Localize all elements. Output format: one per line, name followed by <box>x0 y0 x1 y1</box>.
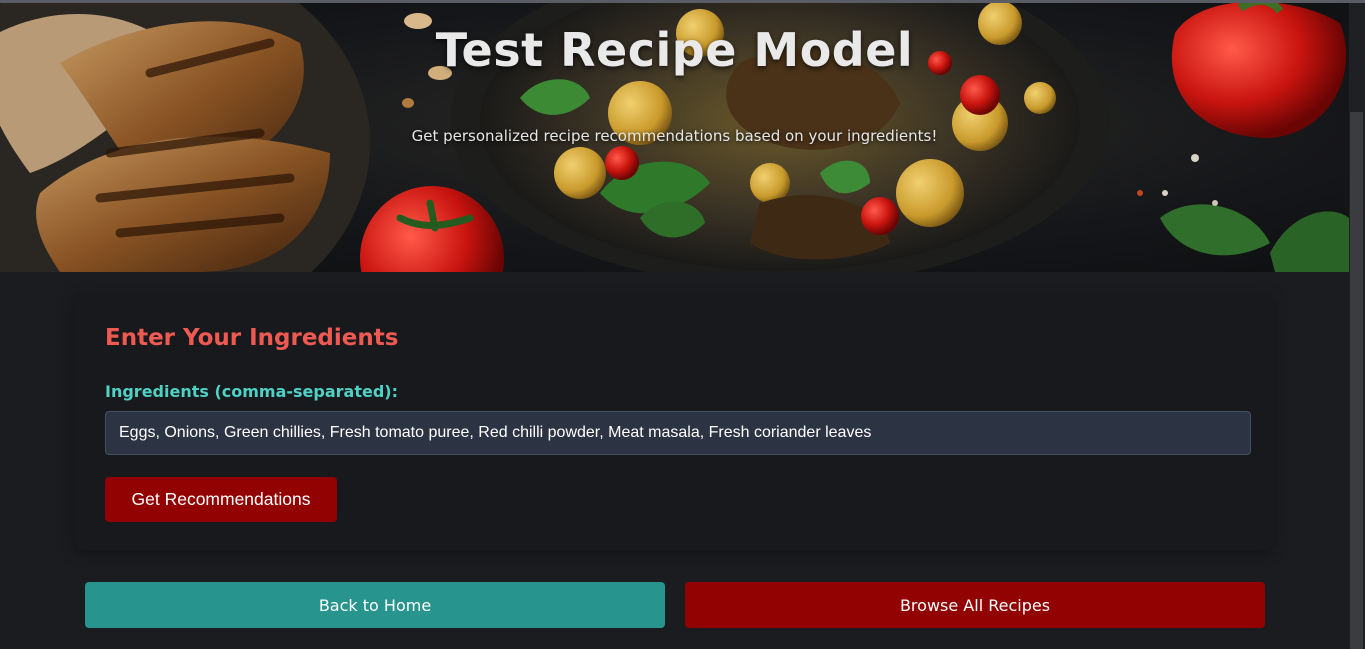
get-recommendations-button[interactable]: Get Recommendations <box>105 477 337 522</box>
page-subtitle: Get personalized recipe recommendations … <box>411 127 938 145</box>
ingredients-label: Ingredients (comma-separated): <box>105 382 399 401</box>
ingredients-card: Enter Your Ingredients Ingredients (comm… <box>75 292 1273 550</box>
ingredients-input[interactable] <box>105 411 1251 455</box>
ingredients-heading: Enter Your Ingredients <box>105 325 399 351</box>
page-title: Test Recipe Model <box>435 23 914 77</box>
browse-all-recipes-button[interactable]: Browse All Recipes <box>685 582 1265 628</box>
hero-banner: Test Recipe Model Get personalized recip… <box>0 3 1349 272</box>
back-to-home-button[interactable]: Back to Home <box>85 582 665 628</box>
scrollbar-thumb[interactable] <box>1350 112 1363 649</box>
